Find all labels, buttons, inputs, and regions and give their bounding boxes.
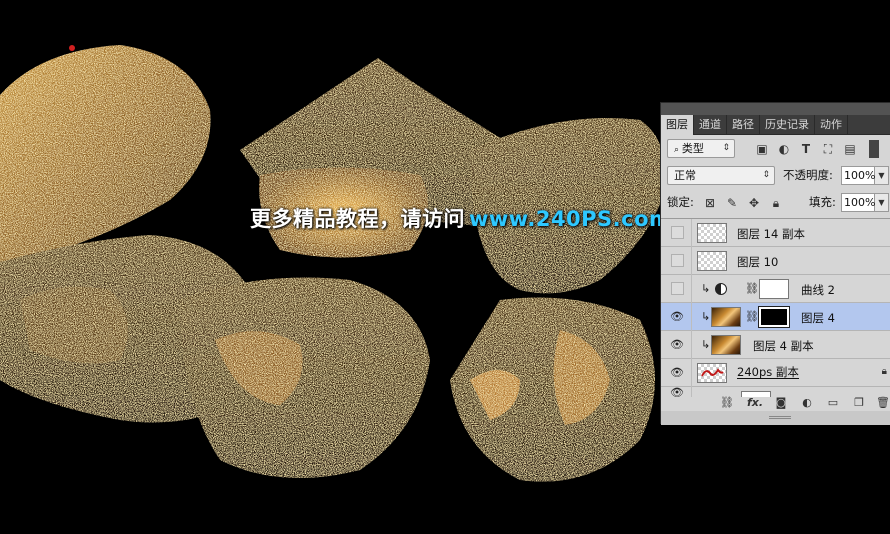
layer-mask-thumbnail[interactable] xyxy=(759,279,789,299)
divider xyxy=(691,247,692,275)
divider xyxy=(691,359,692,387)
panel-resize-bar[interactable] xyxy=(661,411,890,425)
panel-tabs: 图层 通道 路径 历史记录 动作 xyxy=(661,115,890,135)
layer-name: 图层 10 xyxy=(737,255,779,269)
layer-thumbnail[interactable] xyxy=(711,335,741,355)
tab-history[interactable]: 历史记录 xyxy=(760,115,815,135)
filter-toggle[interactable] xyxy=(869,140,879,158)
mask-icon[interactable]: ◙ xyxy=(773,395,789,411)
fx-icon[interactable]: fx. xyxy=(747,395,763,411)
layer-thumbnail[interactable] xyxy=(697,363,727,383)
clipping-arrow-icon: ↳ xyxy=(701,338,711,351)
panel-footer: ⛓ fx. ◙ ◐ ▭ ❐ 🗑︎ xyxy=(661,395,890,411)
fill-input[interactable]: 100% xyxy=(841,193,875,212)
layer-name: 图层 4 xyxy=(801,311,835,325)
tab-channels[interactable]: 通道 xyxy=(694,115,727,135)
lock-icon: 🔒︎ xyxy=(881,366,887,377)
chain-link-icon[interactable]: ⛓ xyxy=(745,282,759,295)
watermark-url: www.240PS.com xyxy=(469,207,672,231)
divider xyxy=(691,275,692,303)
visibility-toggle[interactable] xyxy=(671,226,684,239)
eye-icon[interactable]: 👁︎ xyxy=(669,337,685,352)
opacity-dropdown-icon[interactable]: ▼ xyxy=(875,166,889,185)
fill-label: 填充: xyxy=(809,195,836,209)
resize-grip-icon[interactable] xyxy=(769,416,791,419)
layer-name: 图层 4 副本 xyxy=(753,339,814,353)
lock-all-icon[interactable]: 🔒︎ xyxy=(767,194,785,212)
curves-adjustment-icon xyxy=(715,283,727,295)
layer-row[interactable]: 👁︎ ↳ 图层 4 副本 xyxy=(661,331,890,359)
visibility-toggle[interactable] xyxy=(671,282,684,295)
filter-kind-select[interactable]: ⌕ 类型 ⇕ xyxy=(667,139,735,158)
adjustment-filter-icon[interactable]: ◐ xyxy=(775,140,793,158)
eye-icon[interactable]: 👁︎ xyxy=(669,365,685,380)
adjustment-icon[interactable]: ◐ xyxy=(799,395,815,411)
layer-thumbnail xyxy=(697,251,727,271)
chain-link-icon[interactable]: ⛓ xyxy=(745,310,759,323)
layer-name: 240ps 副本 xyxy=(737,365,799,379)
image-filter-icon[interactable]: ▣ xyxy=(753,140,771,158)
fill-dropdown-icon[interactable]: ▼ xyxy=(875,193,889,212)
watermark: 更多精品教程，请访问 www.240PS.com xyxy=(250,203,671,233)
layer-row-selected[interactable]: 👁︎ ↳ ⛓ 图层 4 xyxy=(661,303,890,331)
visibility-toggle[interactable] xyxy=(671,254,684,267)
clipping-arrow-icon: ↳ xyxy=(701,282,711,295)
layer-list: 图层 14 副本 图层 10 ↳ ⛓ 曲线 2 👁︎ ↳ ⛓ 图层 4 👁︎ ↳… xyxy=(661,218,890,411)
layer-row[interactable]: 图层 14 副本 xyxy=(661,219,890,247)
clipping-arrow-icon: ↳ xyxy=(701,310,711,323)
layer-row[interactable]: 👁︎ 240ps 副本 🔒︎ xyxy=(661,359,890,387)
layer-mask-thumbnail[interactable] xyxy=(758,306,790,328)
panel-body: ⌕ 类型 ⇕ ▣ ◐ T ⛶ ▤ 正常 ⇕ 不透明度: 100% ▼ 锁定: ⊠… xyxy=(661,135,890,411)
lock-row: 锁定: ⊠ ✎ ✥ 🔒︎ 填充: 100% ▼ xyxy=(661,192,890,218)
lock-position-icon[interactable]: ✥ xyxy=(745,194,763,212)
divider xyxy=(691,303,692,331)
layer-thumbnail[interactable] xyxy=(711,307,741,327)
filter-row: ⌕ 类型 ⇕ ▣ ◐ T ⛶ ▤ xyxy=(661,138,890,164)
lock-label: 锁定: xyxy=(667,195,694,209)
lock-image-icon[interactable]: ✎ xyxy=(723,194,741,212)
blend-row: 正常 ⇕ 不透明度: 100% ▼ xyxy=(661,165,890,191)
type-filter-icon[interactable]: T xyxy=(797,140,815,158)
updown-arrow-icon: ⇕ xyxy=(762,170,770,180)
layer-thumbnail xyxy=(697,223,727,243)
divider xyxy=(691,219,692,247)
layer-row[interactable]: ↳ ⛓ 曲线 2 xyxy=(661,275,890,303)
layer-name: 曲线 2 xyxy=(801,283,835,297)
layer-name: 图层 14 副本 xyxy=(737,227,805,241)
text-art-thumbnail xyxy=(701,368,724,377)
blend-mode-value: 正常 xyxy=(674,169,696,182)
new-layer-icon[interactable]: ❐ xyxy=(851,395,867,411)
opacity-label: 不透明度: xyxy=(783,168,833,182)
search-icon: ⌕ xyxy=(674,145,682,155)
watermark-text: 更多精品教程，请访问 xyxy=(250,207,465,231)
divider xyxy=(691,331,692,359)
layers-panel: 图层 通道 路径 历史记录 动作 ⌕ 类型 ⇕ ▣ ◐ T ⛶ ▤ 正常 ⇕ 不… xyxy=(660,102,890,425)
trash-icon[interactable]: 🗑︎ xyxy=(875,395,890,411)
tab-paths[interactable]: 路径 xyxy=(727,115,760,135)
tab-actions[interactable]: 动作 xyxy=(815,115,848,135)
updown-arrow-icon: ⇕ xyxy=(722,143,730,153)
tab-layers[interactable]: 图层 xyxy=(661,115,694,135)
layer-row[interactable]: 图层 10 xyxy=(661,247,890,275)
eye-icon[interactable]: 👁︎ xyxy=(669,309,685,324)
opacity-input[interactable]: 100% xyxy=(841,166,875,185)
shape-filter-icon[interactable]: ⛶ xyxy=(819,140,837,158)
folder-icon[interactable]: ▭ xyxy=(825,395,841,411)
lock-transparent-icon[interactable]: ⊠ xyxy=(701,194,719,212)
smart-object-filter-icon[interactable]: ▤ xyxy=(841,140,859,158)
link-icon[interactable]: ⛓ xyxy=(719,395,735,411)
filter-kind-value: 类型 xyxy=(681,142,704,155)
blend-mode-select[interactable]: 正常 ⇕ xyxy=(667,166,775,185)
